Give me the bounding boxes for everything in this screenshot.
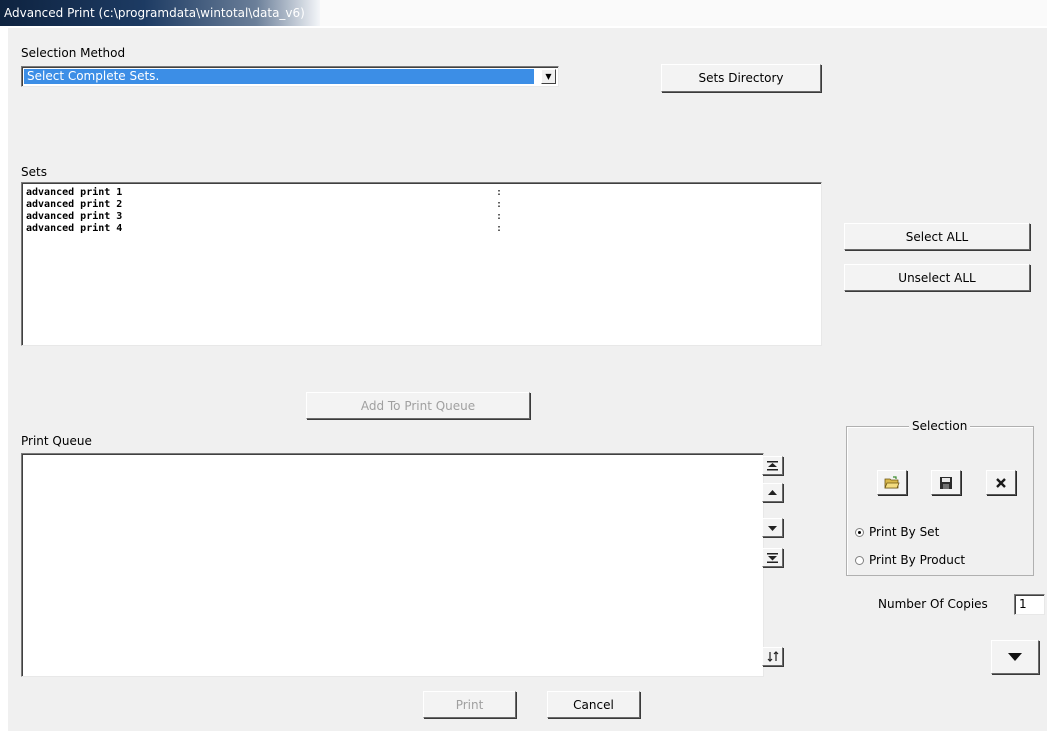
set-separator: : <box>496 211 503 222</box>
radio-button-selected[interactable] <box>855 527 864 537</box>
move-bottom-icon[interactable] <box>762 548 783 567</box>
sort-icon[interactable] <box>762 647 783 666</box>
title-bar-background <box>320 0 1047 26</box>
print-queue-label: Print Queue <box>21 434 92 448</box>
set-name: advanced print 2 <box>26 199 123 210</box>
number-of-copies-label: Number Of Copies <box>878 597 988 611</box>
selection-method-value: Select Complete Sets. <box>24 69 534 84</box>
delete-icon[interactable] <box>986 470 1016 495</box>
number-of-copies-input[interactable]: 1 <box>1014 594 1045 615</box>
open-folder-icon[interactable] <box>877 470 907 495</box>
selection-method-label: Selection Method <box>21 46 126 60</box>
set-name: advanced print 1 <box>26 187 123 198</box>
save-icon[interactable] <box>931 470 961 495</box>
selection-method-dropdown[interactable]: Select Complete Sets. ▼ <box>21 66 559 87</box>
select-all-button[interactable]: Select ALL <box>844 223 1030 250</box>
set-separator: : <box>496 223 503 234</box>
set-name: advanced print 3 <box>26 211 123 222</box>
radio-button-unselected[interactable] <box>855 555 864 565</box>
sets-directory-button[interactable]: Sets Directory <box>661 64 821 92</box>
move-top-icon[interactable] <box>762 456 783 475</box>
list-item[interactable]: advanced print 1 <box>26 187 122 199</box>
sets-label: Sets <box>21 165 47 179</box>
chevron-down-icon[interactable]: ▼ <box>541 69 556 84</box>
list-item[interactable]: advanced print 2 <box>26 199 122 211</box>
add-to-print-queue-button[interactable]: Add To Print Queue <box>306 392 530 419</box>
selection-group-legend: Selection <box>909 419 971 433</box>
window-title-bar: Advanced Print (c:\programdata\wintotal\… <box>0 0 320 26</box>
radio-print-by-product-label: Print By Product <box>869 553 966 567</box>
cancel-button[interactable]: Cancel <box>547 691 640 718</box>
sets-list[interactable]: advanced print 1 : advanced print 2 : ad… <box>21 182 822 346</box>
radio-print-by-set[interactable]: Print By Set <box>855 525 939 539</box>
radio-print-by-product[interactable]: Print By Product <box>855 553 965 567</box>
dialog-client-area: Selection Method Select Complete Sets. ▼… <box>8 28 1047 731</box>
window-title: Advanced Print (c:\programdata\wintotal\… <box>4 6 305 20</box>
unselect-all-button[interactable]: Unselect ALL <box>844 264 1030 291</box>
set-separator: : <box>496 187 503 198</box>
set-separator: : <box>496 199 503 210</box>
move-down-icon[interactable] <box>762 518 783 537</box>
print-queue-list[interactable] <box>21 453 764 677</box>
print-button[interactable]: Print <box>423 691 516 718</box>
list-item[interactable]: advanced print 3 <box>26 211 122 223</box>
radio-print-by-set-label: Print By Set <box>869 525 940 539</box>
set-name: advanced print 4 <box>26 223 123 234</box>
selection-group: Selection Print By Set Print By Product <box>846 419 1034 576</box>
dropdown-arrow-icon[interactable] <box>991 640 1039 674</box>
move-up-icon[interactable] <box>762 483 783 502</box>
list-item[interactable]: advanced print 4 <box>26 223 122 235</box>
